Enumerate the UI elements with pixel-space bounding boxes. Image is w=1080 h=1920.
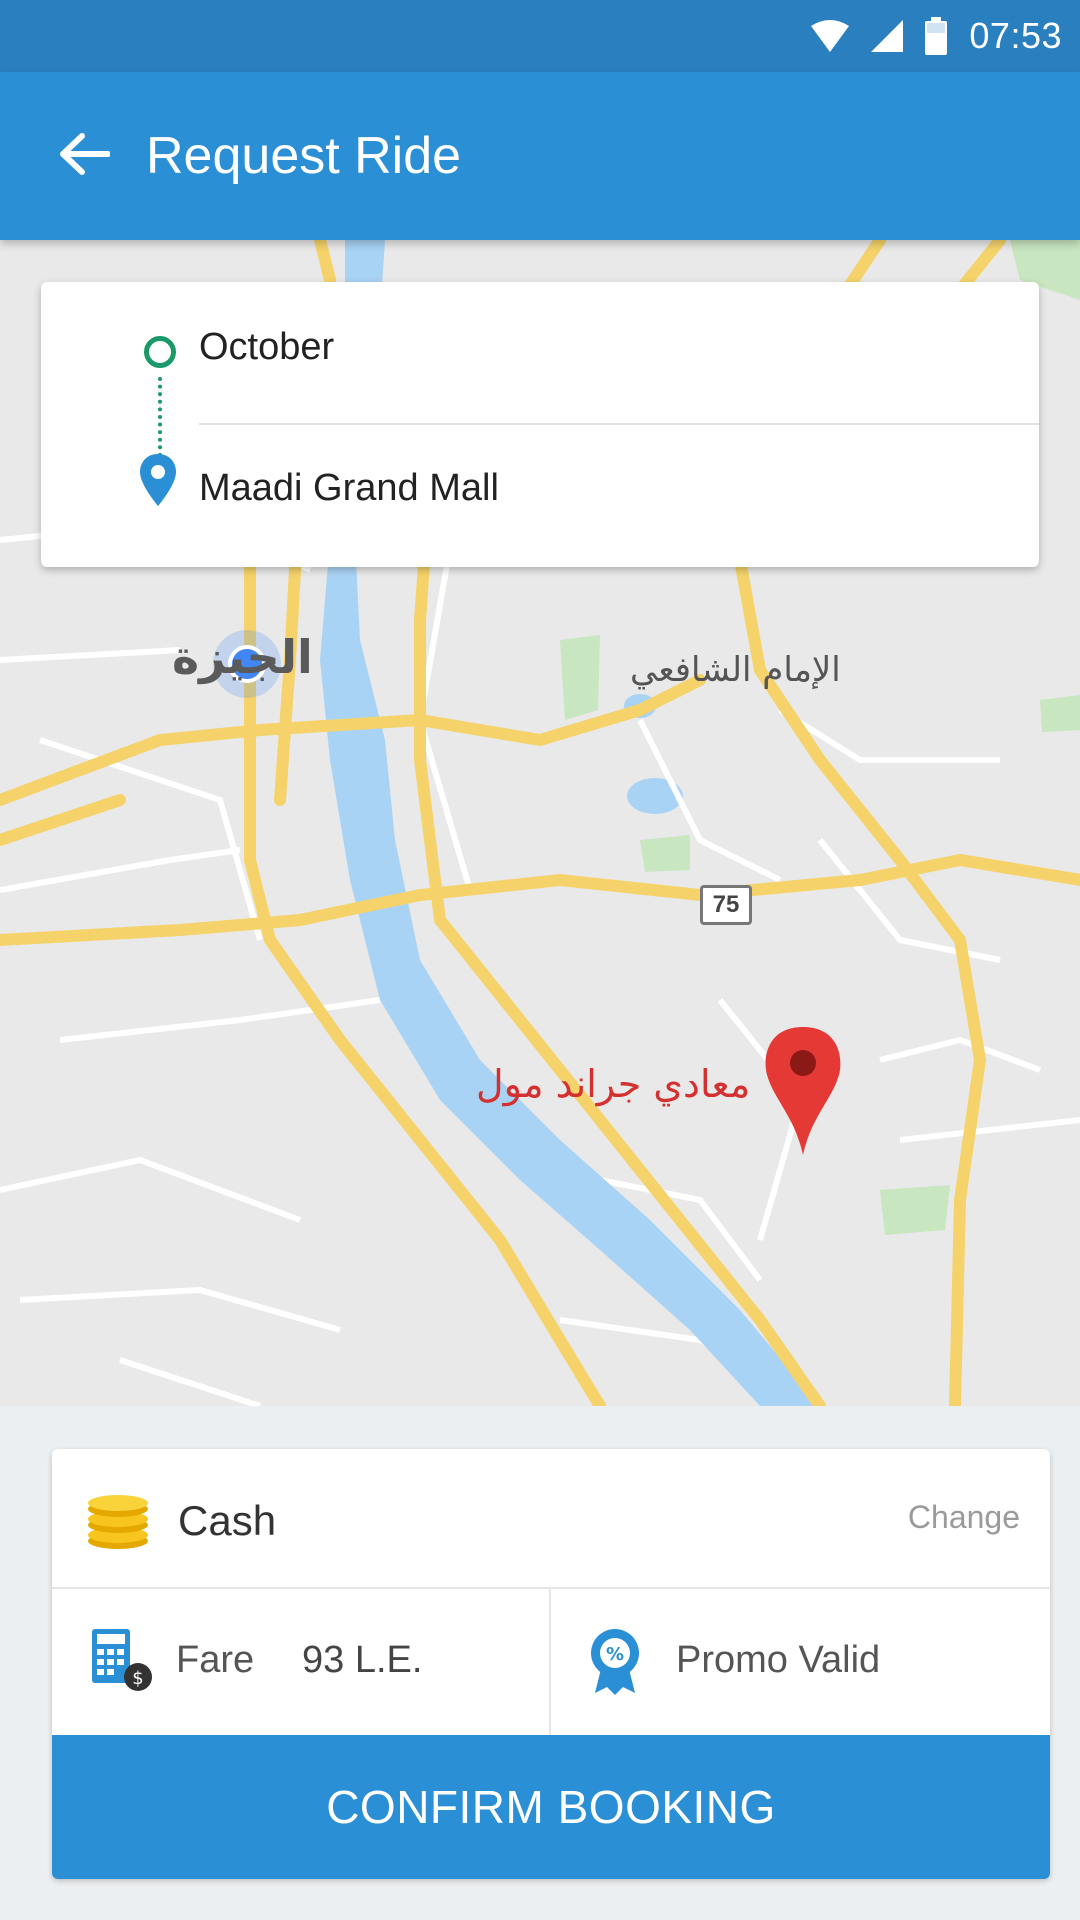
map-label-giza: الجيزة [172, 630, 313, 684]
promo-badge-icon: % [591, 1629, 639, 1695]
payment-method-label: Cash [178, 1497, 277, 1544]
highway-sign: 75 [700, 885, 752, 925]
svg-text:%: % [606, 1644, 624, 1665]
promo-label: Promo Valid [676, 1639, 881, 1681]
calculator-icon: $ [92, 1629, 152, 1691]
map-label-imam-shafei: الإمام الشافعي [630, 650, 841, 690]
app-bar: Request Ride [0, 72, 1080, 240]
destination-pin-icon [140, 454, 176, 506]
route-connector [158, 377, 162, 457]
dropoff-field[interactable]: Maadi Grand Mall [199, 467, 499, 510]
pickup-field[interactable]: October [199, 326, 334, 369]
arrow-left-icon [60, 133, 110, 175]
route-card: October Maadi Grand Mall [41, 282, 1039, 567]
promo-cell[interactable]: % Promo Valid [551, 1589, 1050, 1735]
page-title: Request Ride [146, 127, 462, 185]
fare-cell: $ Fare 93 L.E. [52, 1589, 551, 1735]
map-label-maadi-grand-mall: معادي جراند مول [476, 1062, 751, 1106]
origin-circle-icon [144, 336, 176, 368]
fare-value: 93 L.E. [302, 1639, 423, 1681]
battery-icon [925, 17, 948, 55]
confirm-booking-button[interactable]: CONFIRM BOOKING [52, 1735, 1050, 1879]
route-divider [199, 423, 1039, 425]
status-bar: 07:53 [0, 0, 1080, 72]
wifi-icon [811, 20, 850, 52]
cell-signal-icon [871, 20, 904, 52]
change-payment-button[interactable]: Change [908, 1499, 1020, 1536]
booking-panel: Cash Change $ Fare 93 L.E. % Promo Valid… [52, 1449, 1050, 1879]
svg-text:$: $ [132, 1668, 143, 1689]
coins-icon [88, 1495, 148, 1549]
fare-label: Fare [176, 1639, 255, 1681]
payment-method-row: Cash Change [52, 1449, 1050, 1589]
status-icons: 07:53 [811, 0, 1062, 72]
status-time: 07:53 [969, 15, 1062, 56]
back-button[interactable] [48, 118, 120, 190]
